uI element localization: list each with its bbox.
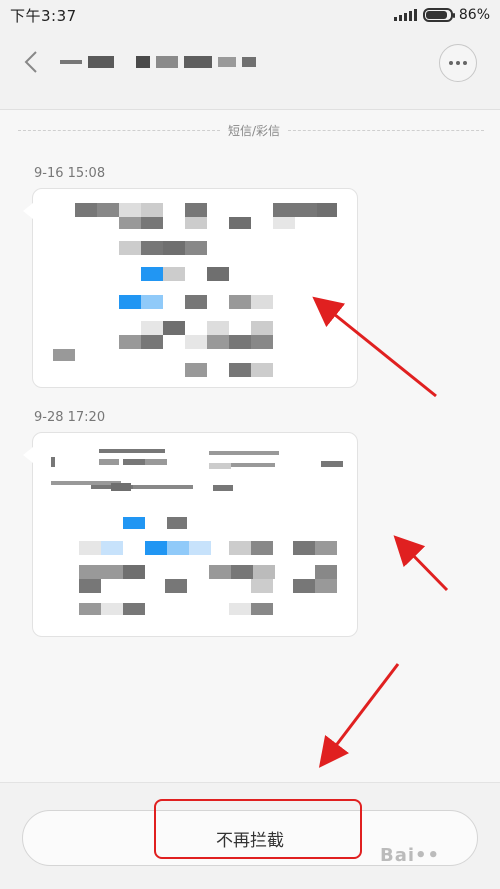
arrow-to-message-1	[312, 296, 437, 398]
annotation-highlight-box	[154, 799, 362, 859]
arrow-to-unblock	[318, 663, 400, 768]
watermark-logo: Bai••	[380, 845, 441, 866]
arrow-to-message-2	[393, 535, 449, 592]
annotation-arrows	[312, 296, 449, 768]
footer-bar: 不再拦截 Bai••	[0, 782, 500, 889]
